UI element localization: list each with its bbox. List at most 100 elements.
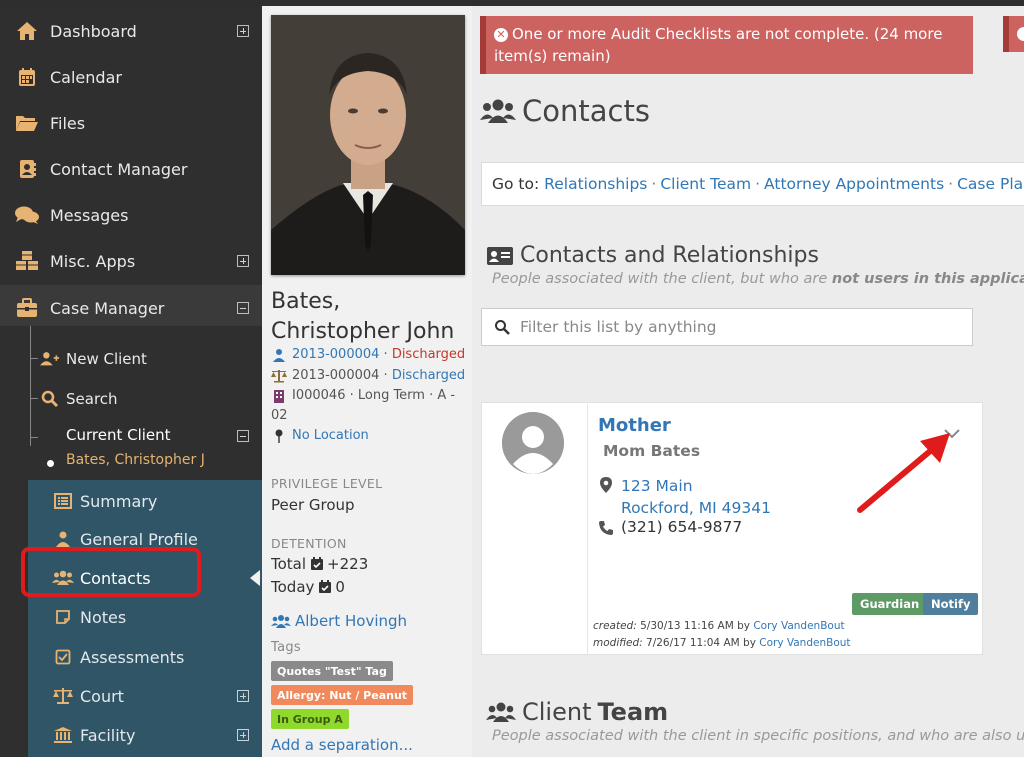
client-name-line1: Bates,: [271, 289, 341, 314]
team-title-emphasis: Team: [597, 698, 669, 726]
client-name-line2: Christopher John: [271, 319, 455, 344]
goto-bar: Go to: Relationships · Client Team · Attorne…: [481, 162, 1024, 206]
modified-label: modified:: [593, 637, 643, 649]
created-by-link[interactable]: Cory VandenBout: [753, 620, 844, 632]
separator-dot: ·: [379, 368, 392, 383]
tag-badge[interactable]: Quotes "Test" Tag: [271, 661, 393, 681]
expand-icon[interactable]: [237, 25, 249, 37]
detention-today: Today 0: [271, 578, 345, 596]
collapse-icon[interactable]: [237, 430, 249, 442]
sidebar-item-label: Notes: [80, 607, 127, 627]
sidebar-item-facility[interactable]: Facility: [28, 716, 262, 754]
case-number-link[interactable]: 2013-000004: [292, 347, 379, 362]
sidebar-item-label: Dashboard: [50, 21, 137, 41]
calendar-icon: [14, 64, 40, 90]
sidebar-item-label: Court: [80, 686, 124, 706]
card-divider: [587, 404, 588, 654]
close-circle-icon[interactable]: ✕: [494, 28, 508, 42]
tag-badge[interactable]: In Group A: [271, 709, 349, 729]
court-case-number: 2013-000004: [292, 368, 380, 383]
goto-link-attorney-appointments[interactable]: Attorney Appointments: [764, 175, 944, 193]
filter-input[interactable]: Filter this list by anything: [481, 308, 973, 346]
client-name: Bates, Christopher John: [271, 287, 471, 347]
current-client-name[interactable]: Bates, Christopher J: [66, 452, 205, 468]
contact-address-line2: Rockford, MI 49341: [621, 499, 771, 517]
caseworker-link[interactable]: Albert Hovingh: [295, 612, 407, 630]
building-icon: [271, 389, 287, 403]
sidebar-item-misc-apps[interactable]: Misc. Apps: [0, 238, 262, 284]
search-icon: [40, 390, 60, 408]
users-icon: [480, 97, 516, 125]
sidebar-item-contact-manager[interactable]: Contact Manager: [0, 146, 262, 192]
client-photo: [271, 15, 465, 275]
filter-placeholder: Filter this list by anything: [520, 318, 717, 336]
case-status: Discharged: [391, 347, 466, 362]
caseworker-row: Albert Hovingh: [271, 612, 407, 630]
team-title-text: Client: [522, 698, 592, 726]
team-subtitle: People associated with the client in spe…: [492, 728, 1024, 744]
sidebar-item-label: Contact Manager: [50, 159, 188, 179]
current-client-title[interactable]: Current Client: [66, 426, 171, 444]
expand-icon[interactable]: [237, 690, 249, 702]
sidebar-item-notes[interactable]: Notes: [28, 598, 262, 636]
sidebar-item-calendar[interactable]: Calendar: [0, 54, 262, 100]
sidebar-item-files[interactable]: Files: [0, 100, 262, 146]
separator-dot: ·: [948, 175, 954, 193]
sidebar-item-case-manager[interactable]: Case Manager: [0, 285, 262, 331]
add-separation-link[interactable]: Add a separation...: [271, 736, 413, 754]
sidebar-item-summary[interactable]: Summary: [28, 482, 262, 520]
page-title: Contacts: [480, 94, 650, 128]
home-icon: [14, 18, 40, 44]
contact-role-link[interactable]: Mother: [598, 415, 671, 436]
calendar-check-icon: [310, 557, 324, 571]
detention-total-value: +223: [327, 555, 369, 573]
expand-icon[interactable]: [237, 729, 249, 741]
sidebar-item-label: New Client: [66, 350, 147, 368]
goto-link-client-team[interactable]: Client Team: [660, 175, 751, 193]
tree-tick: [30, 398, 38, 399]
sidebar-item-label: Files: [50, 113, 86, 133]
notify-badge: Notify: [923, 593, 979, 615]
page-title-text: Contacts: [522, 94, 650, 128]
facility-info: I000046 · Long Term · A -: [292, 388, 456, 403]
section-subtitle: People associated with the client, but w…: [492, 271, 1024, 287]
collapse-icon[interactable]: [237, 302, 249, 314]
section-title-contacts-relationships: Contacts and Relationships: [486, 243, 819, 268]
sidebar-item-new-client[interactable]: New Client: [40, 344, 147, 374]
active-caret: [250, 570, 260, 586]
sidebar-item-label: Summary: [80, 491, 158, 511]
sidebar-item-label: Case Manager: [50, 298, 165, 318]
goto-prefix: Go to:: [492, 175, 540, 193]
cubes-icon: [14, 248, 40, 274]
tag-badge[interactable]: Allergy: Nut / Peanut: [271, 685, 414, 705]
goto-link-case-plan[interactable]: Case Plan Con: [957, 175, 1024, 193]
sidebar-item-dashboard[interactable]: Dashboard: [0, 8, 262, 54]
created-value: 5/30/13 11:16 AM by: [640, 620, 750, 632]
section-subtitle-emphasis: not users in this application: [831, 271, 1024, 287]
section-title-text: Contacts and Relationships: [520, 243, 819, 268]
expand-icon[interactable]: [237, 255, 249, 267]
modified-by-link[interactable]: Cory VandenBout: [759, 637, 850, 649]
detention-today-label: Today: [271, 578, 315, 596]
goto-link-relationships[interactable]: Relationships: [544, 175, 647, 193]
court-case-status-link[interactable]: Discharged: [392, 368, 465, 383]
location-link[interactable]: No Location: [292, 428, 369, 443]
detention-today-value: 0: [335, 578, 345, 596]
sidebar-item-search[interactable]: Search: [40, 384, 118, 414]
contact-address-line1: 123 Main: [621, 477, 693, 495]
address-book-icon: [14, 156, 40, 182]
sidebar-item-assessments[interactable]: Assessments: [28, 638, 262, 676]
annotation-highlight-box: [21, 547, 201, 597]
sidebar-item-messages[interactable]: Messages: [0, 192, 262, 238]
created-meta: created: 5/30/13 11:16 AM by Cory Vanden…: [593, 620, 845, 632]
close-circle-icon[interactable]: [1017, 27, 1024, 41]
user-icon: [271, 348, 287, 362]
sidebar-item-court[interactable]: Court: [28, 677, 262, 715]
section-title-client-team: Client Team: [486, 698, 668, 726]
case-number-row: 2013-000004 · Discharged: [271, 347, 465, 362]
contact-address-link[interactable]: 123 Main Rockford, MI 49341: [621, 475, 771, 519]
contact-phone[interactable]: (321) 654-9877: [621, 518, 742, 536]
tree-tick: [30, 358, 38, 359]
privilege-level-label: PRIVILEGE LEVEL: [271, 476, 383, 491]
audit-alert-text: One or more Audit Checklists are not com…: [494, 25, 943, 65]
